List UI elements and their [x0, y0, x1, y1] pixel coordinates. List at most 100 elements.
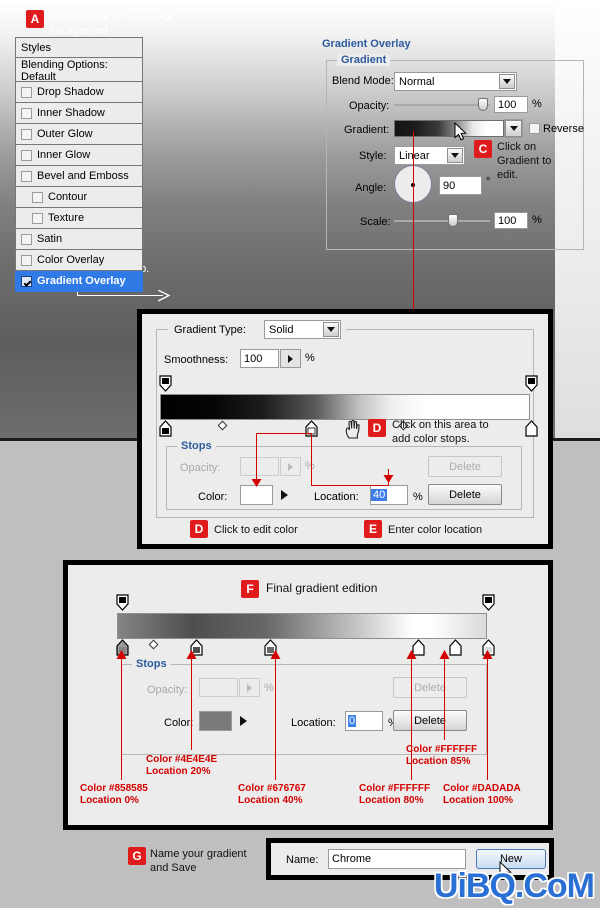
reverse-label: Reverse: [543, 123, 584, 135]
sidebar-item-inner-shadow[interactable]: Inner Shadow: [15, 103, 143, 124]
opacity-value: 100: [498, 98, 517, 111]
annotation-stop-80: Color #FFFFFF Location 80%: [359, 783, 430, 807]
final-location-input[interactable]: 0: [345, 711, 383, 731]
opacity-slider[interactable]: [394, 96, 490, 114]
sidebar-item-color-overlay[interactable]: Color Overlay: [15, 250, 143, 271]
angle-input[interactable]: 90: [439, 176, 482, 195]
annotation-color-0: Color #858585: [80, 783, 148, 794]
color-swatch-button[interactable]: [240, 485, 273, 505]
angle-value: 90: [443, 179, 456, 192]
gradient-editor-groupbox-bottom: [156, 517, 534, 518]
sidebar-item-blending-options[interactable]: Blending Options: Default: [15, 59, 143, 83]
callout-text-c: Click on Gradient to edit.: [497, 141, 552, 181]
stops-group-title: Stops: [177, 440, 216, 452]
sidebar-item-inner-glow[interactable]: Inner Glow: [15, 145, 143, 166]
final-opacity-stepper: [239, 678, 260, 697]
annotation-line-stop-85: [444, 654, 445, 740]
annotation-arrow-stop-20: [186, 650, 197, 659]
sidebar-item-contour[interactable]: Contour: [15, 187, 143, 208]
annotation-color-80: Color #FFFFFF: [359, 783, 431, 794]
checkbox-icon[interactable]: [21, 170, 32, 182]
sidebar-item-texture[interactable]: Texture: [15, 208, 143, 229]
gradient-preview-swatch[interactable]: [394, 120, 504, 137]
final-color-stop-85[interactable]: [449, 639, 462, 656]
checkbox-icon-checked[interactable]: [21, 275, 32, 287]
color-dropdown-arrow[interactable]: [275, 485, 293, 505]
checkbox-icon[interactable]: [21, 254, 32, 266]
scale-unit: %: [532, 214, 542, 226]
connector-e-arrowhead: [383, 475, 394, 483]
checkbox-icon[interactable]: [32, 191, 43, 203]
sidebar-item-label: Drop Shadow: [37, 86, 104, 98]
checkbox-icon[interactable]: [32, 212, 43, 224]
opacity-slider-knob[interactable]: [478, 98, 488, 111]
final-location-label: Location:: [291, 717, 336, 729]
final-gradient-title: Final gradient edition: [266, 581, 378, 595]
style-select[interactable]: Linear: [394, 146, 465, 165]
gradient-editor-groupbox-left: [156, 329, 157, 517]
opacity-input[interactable]: 100: [494, 96, 528, 113]
smoothness-input[interactable]: 100: [240, 349, 279, 368]
checkbox-icon[interactable]: [21, 233, 32, 245]
chevron-down-icon[interactable]: [447, 148, 463, 163]
blend-mode-select[interactable]: Normal: [394, 72, 517, 91]
color-stop-0[interactable]: [159, 420, 172, 437]
sidebar-item-gradient-overlay[interactable]: Gradient Overlay: [15, 271, 143, 292]
scale-input[interactable]: 100: [494, 212, 528, 229]
annotation-arrow-stop-100: [482, 650, 493, 659]
smoothness-stepper[interactable]: [280, 349, 301, 368]
final-midpoint-marker[interactable]: [148, 639, 159, 650]
final-gradient-ramp[interactable]: [117, 613, 487, 639]
annotation-stop-100: Color #DADADA Location 100%: [443, 783, 521, 807]
delete-color-stop-button[interactable]: Delete: [428, 484, 502, 505]
scale-slider-knob[interactable]: [448, 214, 458, 227]
gradient-name-input[interactable]: Chrome: [328, 849, 466, 869]
gradient-type-select[interactable]: Solid: [264, 320, 341, 339]
final-color-dropdown-arrow[interactable]: [234, 711, 252, 731]
scale-slider[interactable]: [394, 212, 490, 230]
annotation-stop-0: Color #858585 Location 0%: [80, 783, 148, 807]
blend-mode-label: Blend Mode:: [332, 75, 394, 87]
checkbox-icon[interactable]: [21, 128, 32, 140]
sidebar-item-satin[interactable]: Satin: [15, 229, 143, 250]
sidebar-item-bevel-and-emboss[interactable]: Bevel and Emboss: [15, 166, 143, 187]
connector-d-color-horizontal: [256, 433, 312, 434]
sidebar-item-label: Color Overlay: [37, 254, 105, 266]
sidebar-item-outer-glow[interactable]: Outer Glow: [15, 124, 143, 145]
callout-badge-a: A: [26, 10, 44, 28]
final-opacity-stop-right[interactable]: [482, 594, 495, 611]
annotation-color-85: Color #FFFFFF: [406, 744, 478, 755]
annotation-location-100: Location 100%: [443, 795, 514, 806]
gradient-ramp-preview[interactable]: [160, 394, 530, 420]
color-stop-100[interactable]: [525, 420, 538, 437]
final-color-swatch-button[interactable]: [199, 711, 232, 731]
final-opacity-stop-left[interactable]: [116, 594, 129, 611]
checkbox-icon[interactable]: [21, 86, 32, 98]
hand-cursor-icon: [345, 419, 360, 439]
location-input[interactable]: 40: [370, 485, 408, 505]
chevron-down-icon[interactable]: [499, 74, 515, 89]
stops-opacity-label: Opacity:: [180, 462, 221, 474]
final-delete-button[interactable]: Delete: [393, 710, 467, 731]
angle-label: Angle:: [355, 182, 387, 194]
location-value: 40: [371, 489, 388, 501]
sidebar-item-label: Satin: [37, 233, 63, 245]
opacity-stop-left[interactable]: [159, 375, 172, 392]
checkbox-icon[interactable]: [21, 107, 32, 119]
callout-badge-g: G: [128, 847, 146, 865]
checkbox-icon[interactable]: [21, 149, 32, 161]
annotation-line-stop-0: [121, 654, 122, 780]
sidebar-item-drop-shadow[interactable]: Drop Shadow: [15, 82, 143, 103]
gradient-picker-dropdown[interactable]: [504, 119, 523, 138]
callout-a-arrowhead: [160, 11, 174, 24]
mouse-cursor-icon: [454, 122, 467, 141]
scale-value: 100: [498, 214, 517, 227]
final-opacity-label: Opacity:: [147, 684, 188, 696]
midpoint-marker-left[interactable]: [217, 420, 228, 431]
chevron-down-icon[interactable]: [323, 322, 339, 337]
reverse-checkbox[interactable]: [529, 123, 540, 134]
chevron-down-icon[interactable]: [505, 120, 522, 137]
smoothness-unit: %: [305, 352, 315, 364]
smoothness-value: 100: [244, 352, 263, 365]
opacity-stop-right[interactable]: [525, 375, 538, 392]
